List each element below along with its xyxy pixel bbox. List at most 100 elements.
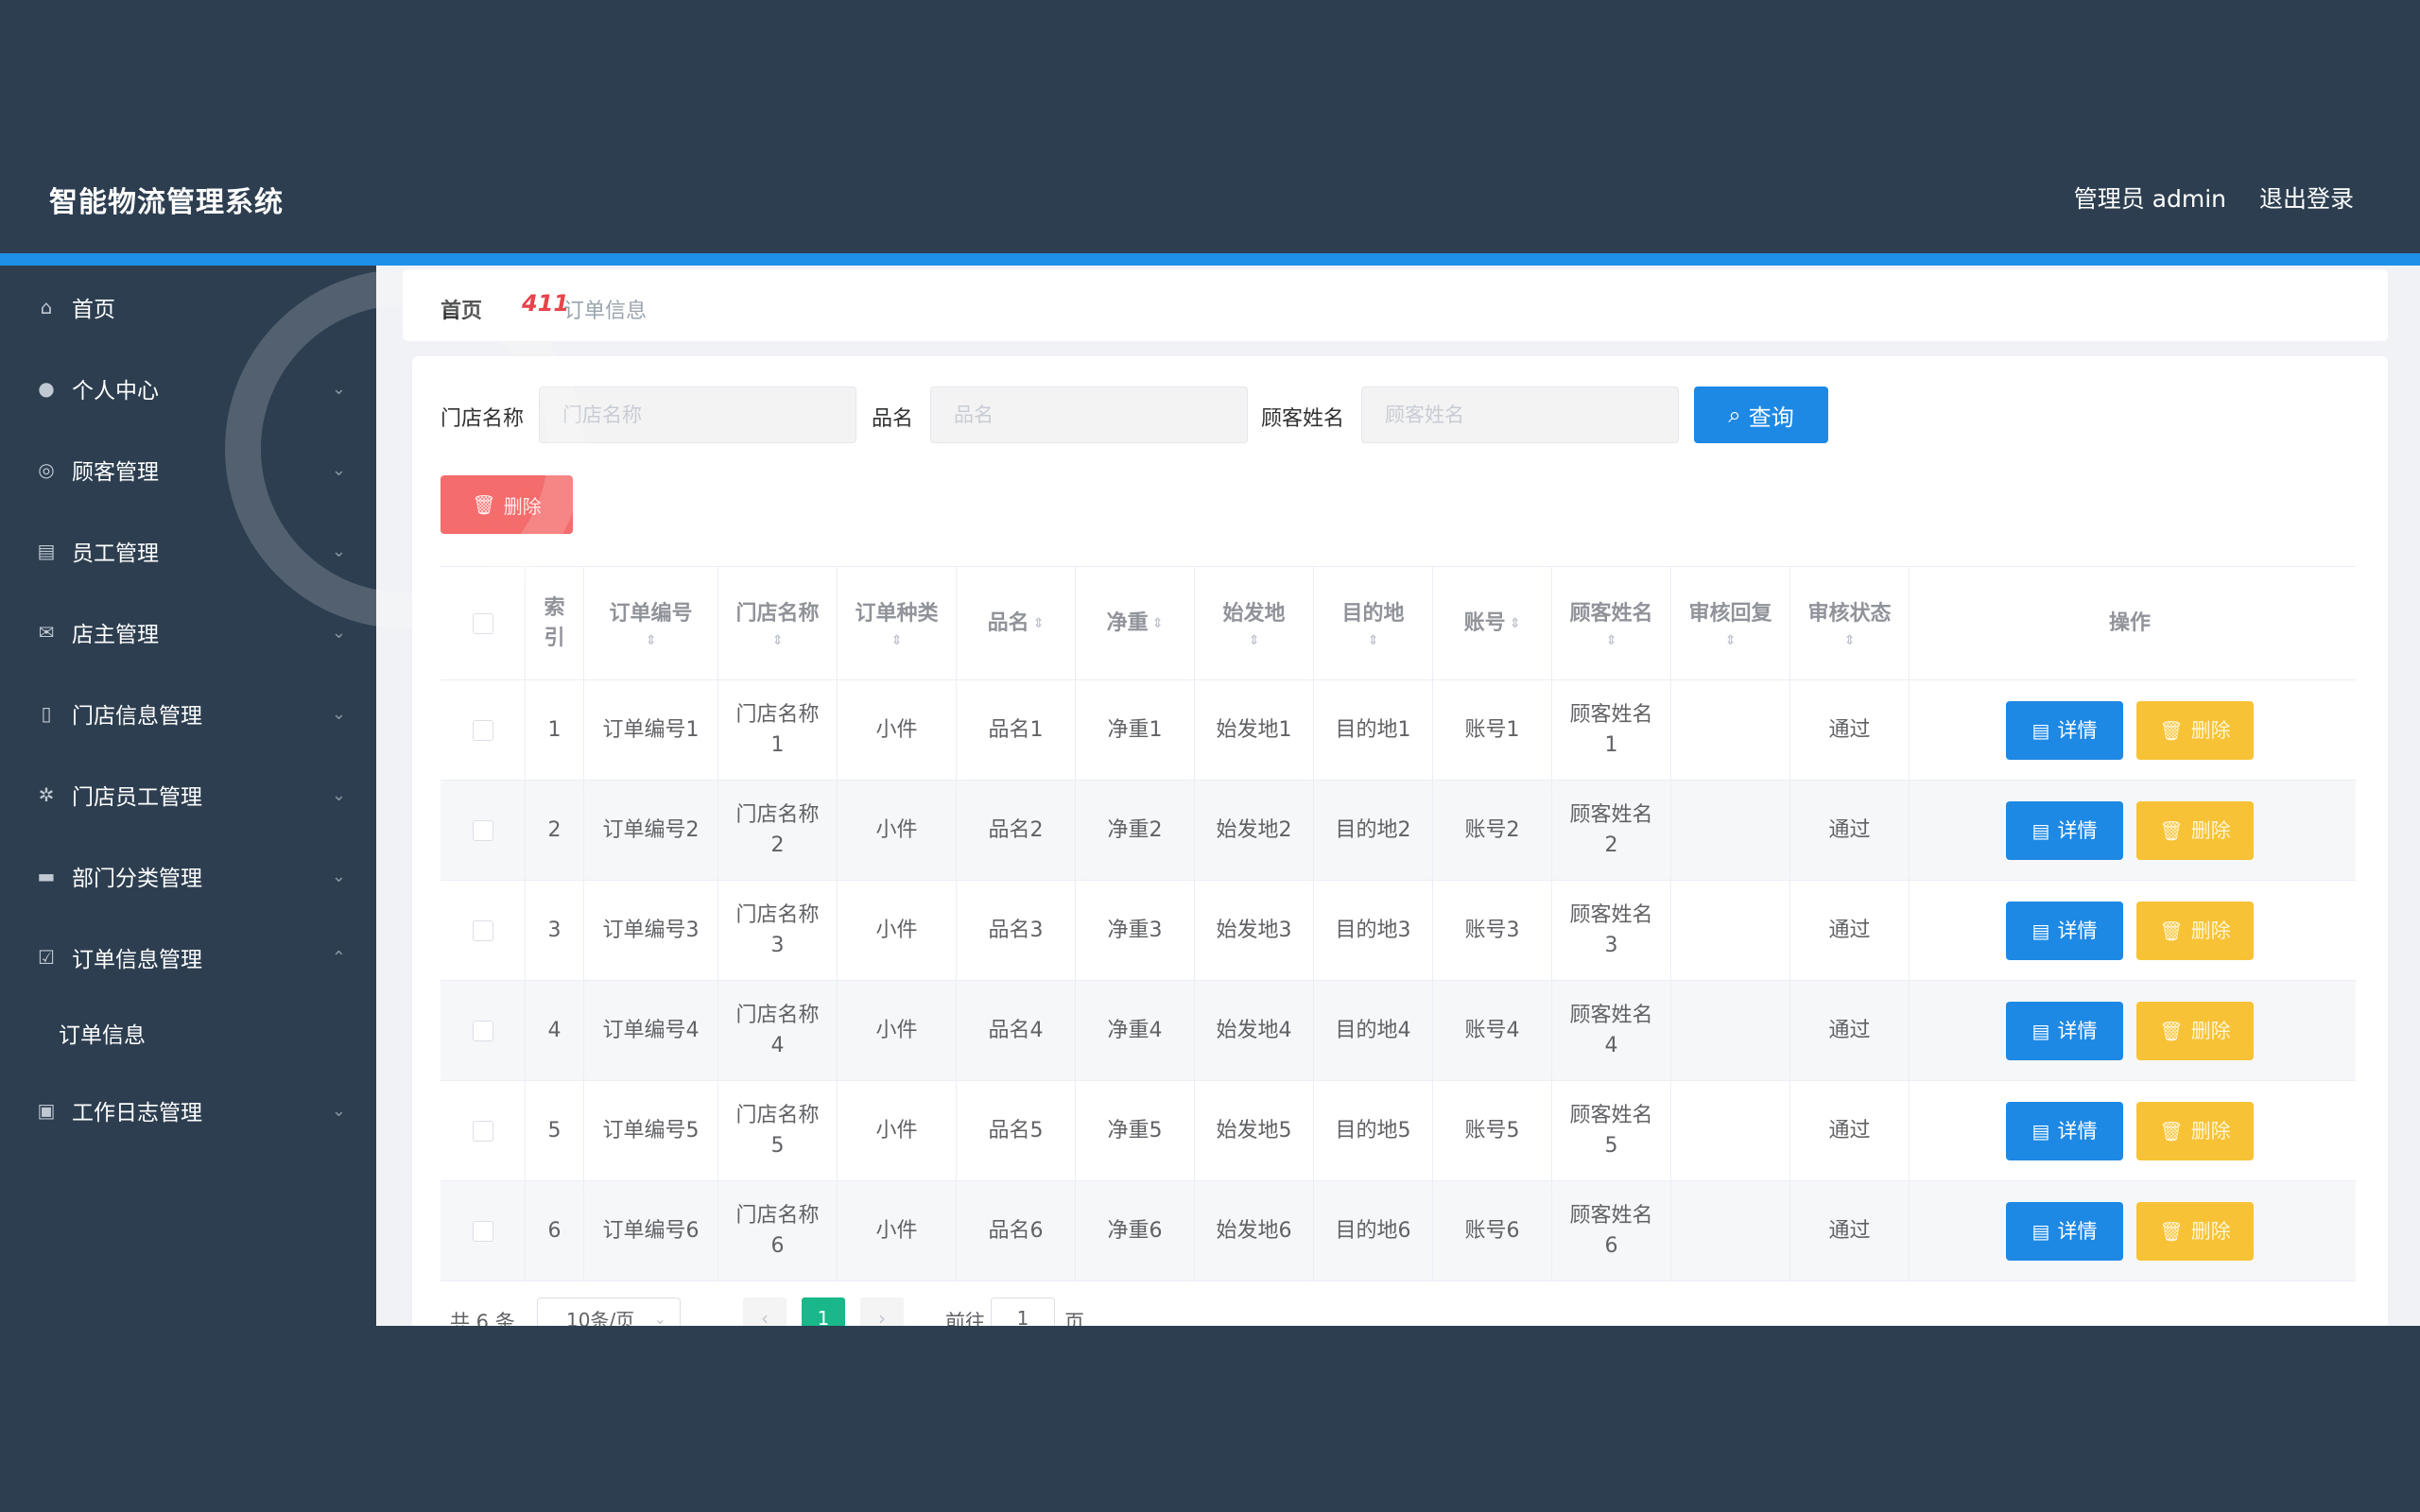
select-all-checkbox[interactable] <box>472 612 493 634</box>
table-body: 1 订单编号1 门店名称 1 小件 品名1 净重1 始发地1 目的地1 账号1 顾客姓名 1 通过 ▤ 详情… <box>441 680 2356 1281</box>
sidebar-subitem-order-info[interactable]: 订单信息 <box>0 1005 376 1061</box>
cell-destination: 目的地6 <box>1314 1181 1433 1280</box>
pagination-total: 共 6 条 <box>450 1311 515 1326</box>
sidebar-item-profile[interactable]: ● 个人中心 ⌄ <box>0 360 376 417</box>
cell-review-status: 通过 <box>1790 680 1910 780</box>
cell-review-reply <box>1671 981 1790 1080</box>
detail-button[interactable]: ▤ 详情 <box>2006 1201 2123 1261</box>
table-header-row: 索引 订单编号 ⇕ 门店名称 ⇕ 订单种类 ⇕ 品名 ⇕ 净重 ⇕ 始发地 ⇕ 目的地 ⇕ 账… <box>441 567 2356 680</box>
cell-store-name: 门店名称 4 <box>718 981 838 1080</box>
row-checkbox[interactable] <box>472 719 493 741</box>
cell-account: 账号6 <box>1433 1181 1552 1280</box>
sidebar-item-label: 顾客管理 <box>72 460 159 485</box>
cell-store-name: 门店名称 1 <box>718 680 838 780</box>
logout-link[interactable]: 退出登录 <box>2259 180 2354 215</box>
sort-icon: ⇕ <box>1151 615 1164 631</box>
header-review-status[interactable]: 审核状态 ⇕ <box>1790 567 1910 679</box>
cell-weight: 净重2 <box>1076 781 1195 880</box>
detail-button[interactable]: ▤ 详情 <box>2006 700 2123 760</box>
sort-icon: ⇕ <box>1032 615 1045 631</box>
header-weight[interactable]: 净重 ⇕ <box>1076 567 1195 679</box>
cell-product: 品名5 <box>957 1081 1076 1180</box>
sidebar-item-home[interactable]: ⌂ 首页 <box>0 279 376 335</box>
header-index: 索引 <box>526 567 584 679</box>
sidebar-item-label: 工作日志管理 <box>72 1101 202 1125</box>
header-order-no[interactable]: 订单编号 ⇕ <box>584 567 718 679</box>
row-checkbox[interactable] <box>472 919 493 941</box>
sidebar-item-orders[interactable]: ☑ 订单信息管理 ⌃ <box>0 929 376 986</box>
cell-origin: 始发地5 <box>1195 1081 1314 1180</box>
header-destination[interactable]: 目的地 ⇕ <box>1314 567 1433 679</box>
next-page-button[interactable]: › <box>860 1297 904 1326</box>
header-review-reply[interactable]: 审核回复 ⇕ <box>1671 567 1790 679</box>
sidebar-item-departments[interactable]: ▬ 部门分类管理 ⌄ <box>0 848 376 904</box>
row-delete-button[interactable]: 🗑 删除 <box>2136 1001 2254 1060</box>
sort-icon: ⇕ <box>1605 632 1617 648</box>
sidebar-item-store-staff[interactable]: ✲ 门店员工管理 ⌄ <box>0 766 376 823</box>
cell-origin: 始发地2 <box>1195 781 1314 880</box>
cell-destination: 目的地4 <box>1314 981 1433 1080</box>
cell-account: 账号5 <box>1433 1081 1552 1180</box>
sidebar-item-work-logs[interactable]: ▣ 工作日志管理 ⌄ <box>0 1082 376 1139</box>
sidebar-item-label: 首页 <box>72 298 115 322</box>
row-delete-button[interactable]: 🗑 删除 <box>2136 1201 2254 1261</box>
cell-order-type: 小件 <box>838 881 957 980</box>
page-number-current[interactable]: 1 <box>802 1297 845 1326</box>
chevron-down-icon: ⌄ <box>331 703 346 724</box>
chevron-down-icon: ⌄ <box>331 378 346 399</box>
header-origin[interactable]: 始发地 ⇕ <box>1195 567 1314 679</box>
orders-table: 索引 订单编号 ⇕ 门店名称 ⇕ 订单种类 ⇕ 品名 ⇕ 净重 ⇕ 始发地 ⇕ 目的地 ⇕ 账… <box>441 566 2356 1281</box>
order-icon: ☑ <box>38 946 55 969</box>
header-customer[interactable]: 顾客姓名 ⇕ <box>1552 567 1671 679</box>
trash-icon: 🗑 <box>2159 818 2184 842</box>
sidebar-item-customers[interactable]: ◎ 顾客管理 ⌄ <box>0 441 376 498</box>
product-name-input[interactable] <box>930 387 1248 443</box>
goto-suffix: 页 <box>1064 1311 1084 1326</box>
chevron-down-icon: ⌄ <box>331 541 346 561</box>
row-checkbox[interactable] <box>472 1020 493 1041</box>
sidebar-item-owners[interactable]: ✉ 店主管理 ⌄ <box>0 604 376 661</box>
detail-button[interactable]: ▤ 详情 <box>2006 901 2123 960</box>
row-delete-button[interactable]: 🗑 删除 <box>2136 901 2254 960</box>
bulk-delete-button[interactable]: 🗑 删除 <box>441 475 573 534</box>
sidebar: ⌂ 首页 ● 个人中心 ⌄ ◎ 顾客管理 ⌄ ▤ 员工管理 ⌄ ✉ 店主管理 ⌄… <box>0 266 376 1326</box>
search-button[interactable]: ⌕ 查询 <box>1694 387 1828 443</box>
row-delete-button[interactable]: 🗑 删除 <box>2136 1101 2254 1160</box>
row-delete-button[interactable]: 🗑 删除 <box>2136 800 2254 860</box>
trash-icon: 🗑 <box>472 493 496 516</box>
sort-icon: ⇕ <box>1248 632 1260 648</box>
breadcrumb-home[interactable]: 首页 <box>441 294 482 324</box>
cell-order-no: 订单编号2 <box>584 781 718 880</box>
breadcrumb: 首页 411 订单信息 <box>403 269 2388 341</box>
header-store-name[interactable]: 门店名称 ⇕ <box>718 567 838 679</box>
row-checkbox[interactable] <box>472 1120 493 1142</box>
cell-actions: ▤ 详情 🗑 删除 <box>1910 1181 2350 1280</box>
detail-button[interactable]: ▤ 详情 <box>2006 1101 2123 1160</box>
row-delete-button[interactable]: 🗑 删除 <box>2136 700 2254 760</box>
sidebar-item-employees[interactable]: ▤ 员工管理 ⌄ <box>0 523 376 579</box>
row-checkbox[interactable] <box>472 819 493 841</box>
detail-button[interactable]: ▤ 详情 <box>2006 1001 2123 1060</box>
cell-destination: 目的地1 <box>1314 680 1433 780</box>
page-size-select[interactable]: 10条/页 ⌄ <box>537 1297 681 1326</box>
customer-name-input[interactable] <box>1361 387 1679 443</box>
sidebar-item-store-info[interactable]: ▯ 门店信息管理 ⌄ <box>0 685 376 742</box>
goto-page-input[interactable] <box>991 1297 1055 1326</box>
cell-select <box>441 680 526 780</box>
header-account[interactable]: 账号 ⇕ <box>1433 567 1552 679</box>
table-row: 5 订单编号5 门店名称 5 小件 品名5 净重5 始发地5 目的地5 账号5 顾客姓名 5 通过 ▤ 详情… <box>441 1081 2356 1181</box>
store-name-input[interactable] <box>539 387 856 443</box>
cell-account: 账号1 <box>1433 680 1552 780</box>
cell-account: 账号2 <box>1433 781 1552 880</box>
prev-page-button[interactable]: ‹ <box>743 1297 786 1326</box>
sort-icon: ⇕ <box>1367 632 1379 648</box>
detail-button[interactable]: ▤ 详情 <box>2006 800 2123 860</box>
chevron-down-icon: ⌄ <box>331 459 346 480</box>
sidebar-item-label: 个人中心 <box>72 379 159 404</box>
header-product[interactable]: 品名 ⇕ <box>957 567 1076 679</box>
row-checkbox[interactable] <box>472 1220 493 1242</box>
header-order-type[interactable]: 订单种类 ⇕ <box>838 567 957 679</box>
sidebar-subitem-label: 订单信息 <box>59 1023 146 1048</box>
cell-origin: 始发地6 <box>1195 1181 1314 1280</box>
search-button-label: 查询 <box>1748 404 1794 431</box>
